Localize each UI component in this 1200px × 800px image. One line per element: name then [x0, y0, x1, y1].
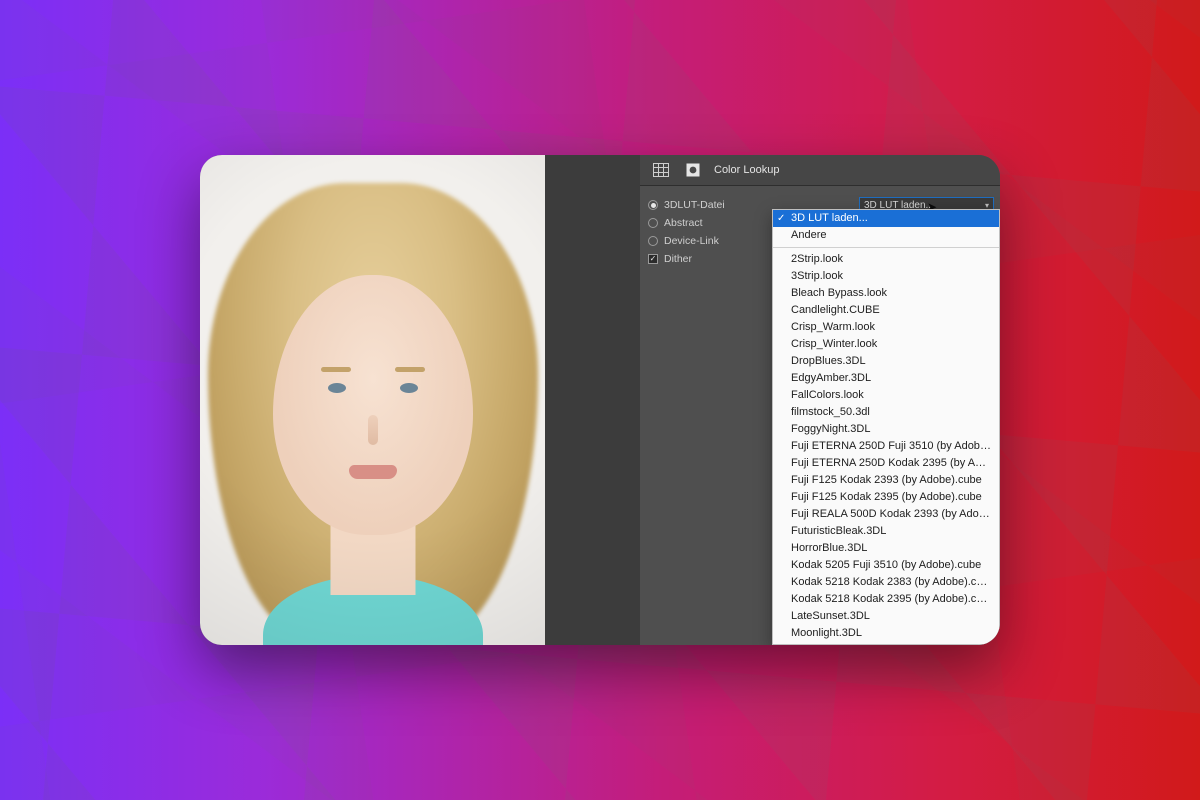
- menu-item-preset[interactable]: 3Strip.look: [773, 268, 999, 285]
- menu-item-preset[interactable]: Candlelight.CUBE: [773, 302, 999, 319]
- lut-dropdown-menu[interactable]: 3D LUT laden... Andere 2Strip.look3Strip…: [772, 209, 1000, 645]
- menu-item-preset[interactable]: EdgyAmber.3DL: [773, 370, 999, 387]
- panel-title: Color Lookup: [714, 164, 779, 176]
- panel-header: Color Lookup: [640, 155, 1000, 186]
- menu-item-preset[interactable]: FoggyNight.3DL: [773, 421, 999, 438]
- menu-item-preset[interactable]: Moonlight.3DL: [773, 625, 999, 642]
- label-device-link: Device-Link: [664, 235, 719, 247]
- menu-item-preset[interactable]: DropBlues.3DL: [773, 353, 999, 370]
- menu-separator: [773, 247, 999, 248]
- menu-item-preset[interactable]: Bleach Bypass.look: [773, 285, 999, 302]
- menu-item-preset[interactable]: Fuji REALA 500D Kodak 2393 (by Adobe).cu…: [773, 506, 999, 523]
- menu-item-preset[interactable]: HorrorBlue.3DL: [773, 540, 999, 557]
- label-dither: Dither: [664, 253, 692, 265]
- menu-item-preset[interactable]: Kodak 5218 Kodak 2383 (by Adobe).cube: [773, 574, 999, 591]
- screenshot-card: Color Lookup 3DLUT-Datei 3D LUT laden...…: [200, 155, 1000, 645]
- menu-item-preset[interactable]: filmstock_50.3dl: [773, 404, 999, 421]
- image-canvas[interactable]: [200, 155, 545, 645]
- menu-item-load-lut[interactable]: 3D LUT laden...: [773, 210, 999, 227]
- editor-gap: [545, 155, 640, 645]
- menu-item-preset[interactable]: Fuji ETERNA 250D Fuji 3510 (by Adobe).cu…: [773, 438, 999, 455]
- menu-item-preset[interactable]: LateSunset.3DL: [773, 608, 999, 625]
- menu-item-preset[interactable]: Kodak 5218 Kodak 2395 (by Adobe).cube: [773, 591, 999, 608]
- label-abstract: Abstract: [664, 217, 703, 229]
- properties-panel: Color Lookup 3DLUT-Datei 3D LUT laden...…: [640, 155, 1000, 645]
- menu-item-preset[interactable]: Fuji F125 Kodak 2395 (by Adobe).cube: [773, 489, 999, 506]
- menu-item-preset[interactable]: Kodak 5205 Fuji 3510 (by Adobe).cube: [773, 557, 999, 574]
- checkbox-dither[interactable]: [648, 254, 658, 264]
- radio-abstract[interactable]: [648, 218, 658, 228]
- grid-icon[interactable]: [650, 161, 672, 179]
- menu-item-preset[interactable]: Fuji F125 Kodak 2393 (by Adobe).cube: [773, 472, 999, 489]
- radio-3dlut-file[interactable]: [648, 200, 658, 210]
- menu-item-other[interactable]: Andere: [773, 227, 999, 244]
- portrait-vignette: [200, 155, 545, 645]
- menu-item-preset[interactable]: FallColors.look: [773, 387, 999, 404]
- menu-item-preset[interactable]: Fuji ETERNA 250D Kodak 2395 (by Adobe).c…: [773, 455, 999, 472]
- menu-item-preset[interactable]: Crisp_Winter.look: [773, 336, 999, 353]
- menu-item-preset[interactable]: Crisp_Warm.look: [773, 319, 999, 336]
- label-3dlut-file: 3DLUT-Datei: [664, 199, 725, 211]
- menu-item-preset[interactable]: FuturisticBleak.3DL: [773, 523, 999, 540]
- menu-item-preset[interactable]: 2Strip.look: [773, 251, 999, 268]
- radio-device-link[interactable]: [648, 236, 658, 246]
- mask-icon[interactable]: [682, 161, 704, 179]
